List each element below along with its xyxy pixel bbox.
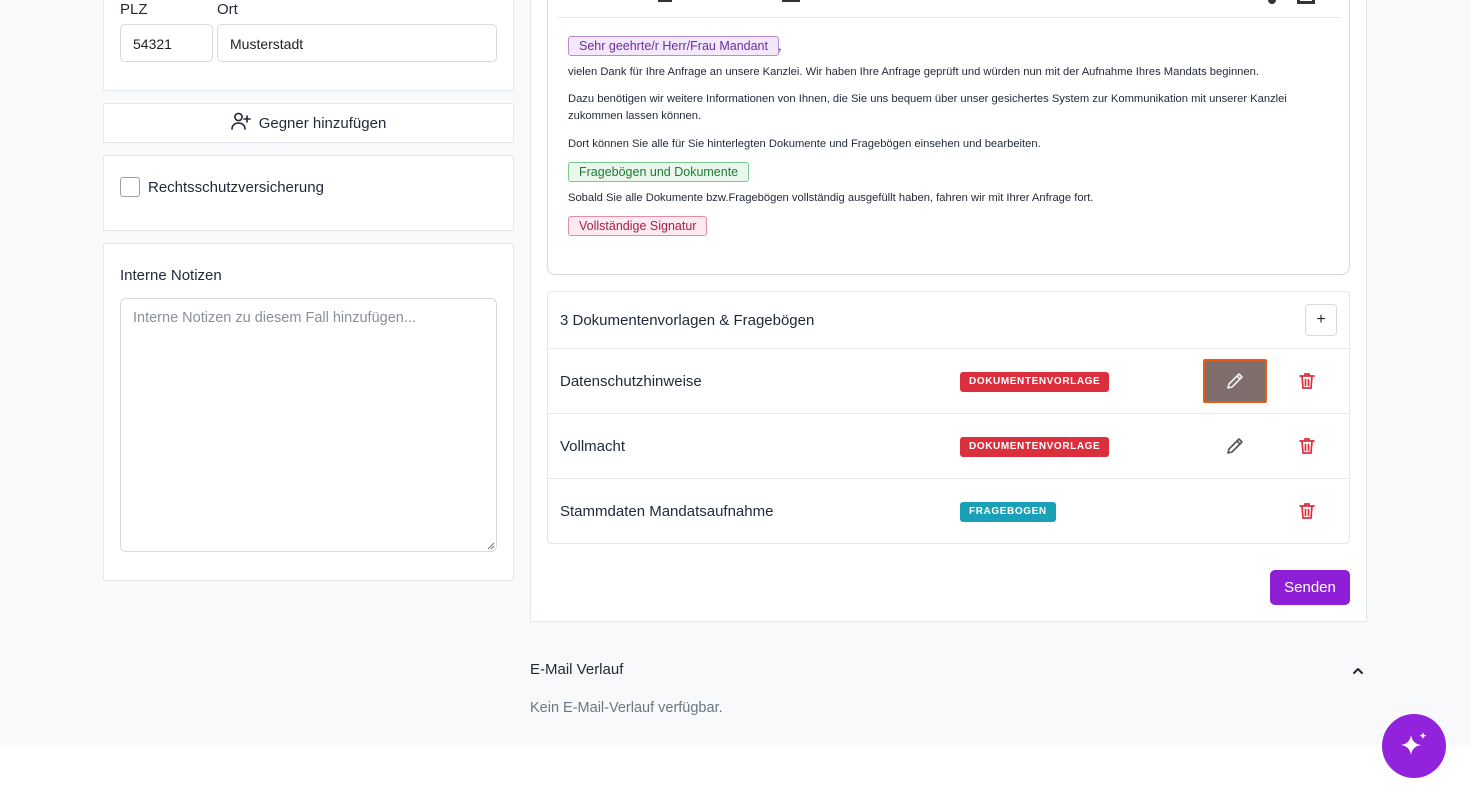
notes-textarea[interactable]: Interne Notizen zu diesem Fall hinzufüge… (120, 298, 497, 552)
send-button[interactable]: Senden (1270, 570, 1350, 605)
edit-document-button[interactable] (1203, 424, 1267, 468)
row-divider (548, 478, 1349, 479)
email-paragraph-2b: zukommen lassen können. (568, 110, 702, 122)
signature-placeholder-tag[interactable]: Vollständige Signatur (568, 216, 708, 236)
user-plus-icon (230, 112, 251, 134)
row-divider (548, 348, 1349, 349)
trash-icon (1299, 373, 1315, 389)
pencil-icon (1227, 438, 1243, 454)
plz-input[interactable]: 54321 (120, 24, 213, 62)
row-divider (548, 413, 1349, 414)
add-opponent-label: Gegner hinzufügen (258, 114, 387, 132)
email-paragraph-4: Sobald Sie alle Dokumente bzw.Fragebögen… (568, 192, 1094, 204)
underline-tool-icon[interactable] (658, 0, 672, 2)
delete-document-button[interactable] (1275, 359, 1339, 403)
legal-insurance-checkbox[interactable] (120, 177, 140, 197)
trash-icon (1299, 438, 1315, 454)
documents-table-header: 3 Dokumentenvorlagen & Fragebögen (560, 312, 815, 329)
resize-handle-icon[interactable] (487, 542, 495, 550)
document-type-badge: DOKUMENTENVORLAGE (960, 372, 1110, 392)
document-type-badge: FRAGEBOGEN (960, 502, 1056, 522)
documents-placeholder-tag[interactable]: Fragebögen und Dokumente (568, 162, 750, 182)
trash-icon (1299, 503, 1315, 519)
sparkles-icon (1401, 732, 1427, 755)
salutation-placeholder-tag[interactable]: Sehr geehrte/r Herr/Frau Mandant (568, 36, 779, 56)
ai-assistant-button[interactable] (1382, 714, 1446, 778)
table-tool-icon[interactable] (1297, 0, 1315, 4)
editor-toolbar-divider (557, 17, 1340, 18)
add-document-button[interactable]: + (1305, 304, 1337, 336)
email-paragraph-1: vielen Dank für Ihre Anfrage an unsere K… (568, 66, 1259, 78)
add-opponent-button[interactable]: Gegner hinzufügen (103, 103, 514, 143)
document-name: Vollmacht (560, 438, 626, 455)
delete-document-button[interactable] (1275, 424, 1339, 468)
email-history-empty: Kein E-Mail-Verlauf verfügbar. (530, 700, 723, 716)
chevron-up-icon[interactable] (1351, 664, 1365, 678)
email-history-title: E-Mail Verlauf (530, 661, 624, 678)
salutation-comma: , (778, 38, 782, 53)
edit-document-button[interactable] (1203, 359, 1267, 403)
document-name: Stammdaten Mandatsaufnahme (560, 503, 774, 520)
legal-insurance-label: Rechtsschutzversicherung (148, 179, 324, 196)
document-type-badge: DOKUMENTENVORLAGE (960, 437, 1110, 457)
delete-document-button[interactable] (1275, 489, 1339, 533)
notes-label: Interne Notizen (120, 267, 222, 284)
pencil-icon (1227, 373, 1243, 389)
plz-label: PLZ (120, 1, 148, 18)
ort-input[interactable]: Musterstadt (217, 24, 497, 62)
document-name: Datenschutzhinweise (560, 373, 702, 390)
email-paragraph-3: Dort können Sie alle für Sie hinterlegte… (568, 138, 1041, 150)
ort-label: Ort (217, 1, 238, 18)
email-paragraph-2a: Dazu benötigen wir weitere Informationen… (568, 93, 1287, 105)
strikethrough-tool-icon[interactable] (782, 0, 800, 2)
